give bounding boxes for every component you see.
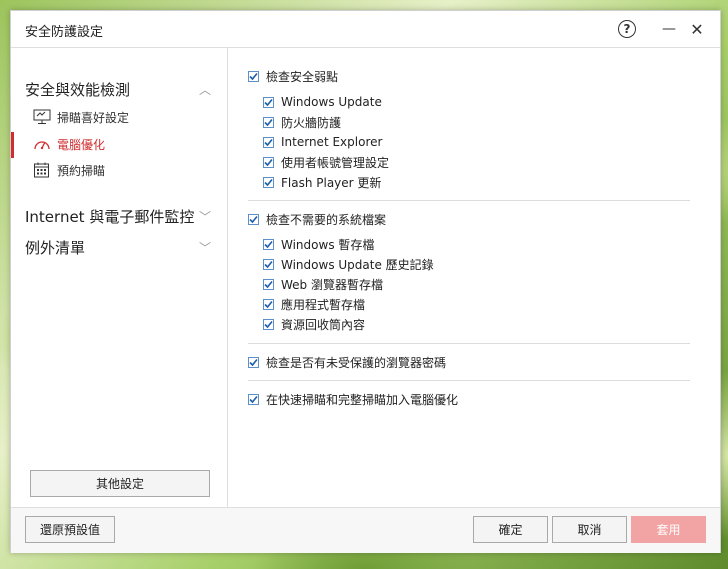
gauge-icon: [33, 136, 51, 152]
sidebar-section-label: 例外清單: [25, 239, 86, 257]
checkbox-label: 檢查是否有未受保護的瀏覽器密碼: [266, 355, 447, 370]
checkbox-checked-icon: [263, 136, 274, 148]
sidebar-section-exceptions[interactable]: 例外清單 ﹀: [25, 237, 211, 258]
checkbox-label: Windows Update 歷史記錄: [281, 257, 434, 272]
checkbox-include-optimization-in-scans[interactable]: 在快速掃瞄和完整掃瞄加入電腦優化: [248, 390, 458, 408]
checkbox-label: Web 瀏覽器暫存檔: [281, 277, 383, 292]
checkbox-web-browser-cache[interactable]: Web 瀏覽器暫存檔: [263, 275, 383, 293]
checkbox-unprotected-browser-passwords[interactable]: 檢查是否有未受保護的瀏覽器密碼: [248, 353, 446, 371]
settings-window: 安全防護設定 ? — ✕ 安全與效能檢測 ︿ 掃瞄喜好設定 電腦優化 預約掃瞄 …: [10, 10, 721, 553]
checkbox-label: 資源回收筒內容: [281, 317, 366, 332]
monitor-icon: [33, 109, 51, 125]
sidebar-item-label: 掃瞄喜好設定: [57, 110, 130, 125]
minimize-button[interactable]: —: [657, 17, 681, 41]
checkbox-checked-icon: [263, 96, 274, 108]
chevron-up-icon: ︿: [199, 83, 212, 97]
checkbox-windows-update[interactable]: Windows Update: [263, 93, 382, 111]
sidebar-item-label: 電腦優化: [57, 137, 106, 152]
checkbox-label: 應用程式暫存檔: [281, 297, 366, 312]
ok-button[interactable]: 確定: [473, 516, 548, 543]
help-icon: ?: [618, 20, 636, 38]
checkbox-label: 檢查不需要的系統檔案: [266, 212, 387, 227]
divider: [248, 200, 690, 201]
apply-button[interactable]: 套用: [631, 516, 706, 543]
chevron-down-icon: ﹀: [199, 241, 212, 255]
minimize-icon: —: [662, 21, 676, 37]
cancel-button[interactable]: 取消: [552, 516, 627, 543]
divider: [248, 343, 690, 344]
checkbox-internet-explorer[interactable]: Internet Explorer: [263, 133, 382, 151]
active-indicator: [11, 132, 14, 158]
checkbox-checked-icon: [248, 213, 259, 225]
checkbox-checked-icon: [263, 238, 274, 250]
checkbox-checked-icon: [263, 278, 274, 290]
checkbox-checked-icon: [248, 356, 259, 368]
sidebar-section-internet-email[interactable]: Internet 與電子郵件監控 ﹀: [25, 206, 211, 227]
checkbox-checked-icon: [263, 298, 274, 310]
checkbox-checked-icon: [248, 393, 259, 405]
checkbox-checked-icon: [263, 258, 274, 270]
close-button[interactable]: ✕: [685, 17, 709, 41]
checkbox-label: Windows Update: [281, 95, 382, 109]
footer-bar: 還原預設值 確定 取消 套用: [11, 507, 720, 553]
sidebar-item-scan-preferences[interactable]: 掃瞄喜好設定: [33, 106, 129, 128]
sidebar-section-label: Internet 與電子郵件監控: [25, 208, 195, 226]
help-button[interactable]: ?: [615, 17, 639, 41]
title-bar: 安全防護設定 ? — ✕: [11, 11, 720, 48]
checkbox-checked-icon: [263, 318, 274, 330]
sidebar-section-security[interactable]: 安全與效能檢測 ︿: [25, 79, 211, 100]
window-title: 安全防護設定: [25, 25, 104, 40]
checkbox-windows-temp-files[interactable]: Windows 暫存檔: [263, 235, 374, 253]
checkbox-label: 防火牆防護: [281, 115, 342, 130]
calendar-icon: [33, 162, 51, 178]
checkbox-label: 在快速掃瞄和完整掃瞄加入電腦優化: [266, 392, 459, 407]
checkbox-user-account-control[interactable]: 使用者帳號管理設定: [263, 153, 389, 171]
checkbox-app-temp-files[interactable]: 應用程式暫存檔: [263, 295, 365, 313]
checkbox-windows-update-history[interactable]: Windows Update 歷史記錄: [263, 255, 434, 273]
checkbox-flash-player-update[interactable]: Flash Player 更新: [263, 173, 381, 191]
checkbox-label: 檢查安全弱點: [266, 69, 339, 84]
checkbox-checked-icon: [248, 70, 259, 82]
other-settings-button[interactable]: 其他設定: [30, 470, 210, 497]
restore-defaults-button[interactable]: 還原預設值: [25, 516, 115, 543]
checkbox-label: Windows 暫存檔: [281, 237, 375, 252]
divider: [248, 380, 690, 381]
checkbox-label: Flash Player 更新: [281, 175, 382, 190]
checkbox-security-vulnerabilities[interactable]: 檢查安全弱點: [248, 67, 338, 85]
sidebar: 安全與效能檢測 ︿ 掃瞄喜好設定 電腦優化 預約掃瞄 Internet 與電子郵…: [11, 48, 228, 507]
checkbox-checked-icon: [263, 116, 274, 128]
sidebar-item-pc-optimization[interactable]: 電腦優化: [33, 133, 105, 155]
checkbox-checked-icon: [263, 176, 274, 188]
sidebar-item-label: 預約掃瞄: [57, 163, 106, 178]
sidebar-section-label: 安全與效能檢測: [25, 81, 131, 99]
checkbox-checked-icon: [263, 156, 274, 168]
sidebar-item-scheduled-scan[interactable]: 預約掃瞄: [33, 159, 105, 181]
checkbox-label: 使用者帳號管理設定: [281, 155, 390, 170]
close-icon: ✕: [690, 19, 704, 39]
checkbox-unneeded-system-files[interactable]: 檢查不需要的系統檔案: [248, 210, 386, 228]
settings-content: 檢查安全弱點 Windows Update 防火牆防護 Internet Exp…: [228, 48, 720, 507]
checkbox-firewall[interactable]: 防火牆防護: [263, 113, 341, 131]
checkbox-recycle-bin[interactable]: 資源回收筒內容: [263, 315, 365, 333]
chevron-down-icon: ﹀: [199, 210, 212, 224]
checkbox-label: Internet Explorer: [281, 135, 383, 149]
